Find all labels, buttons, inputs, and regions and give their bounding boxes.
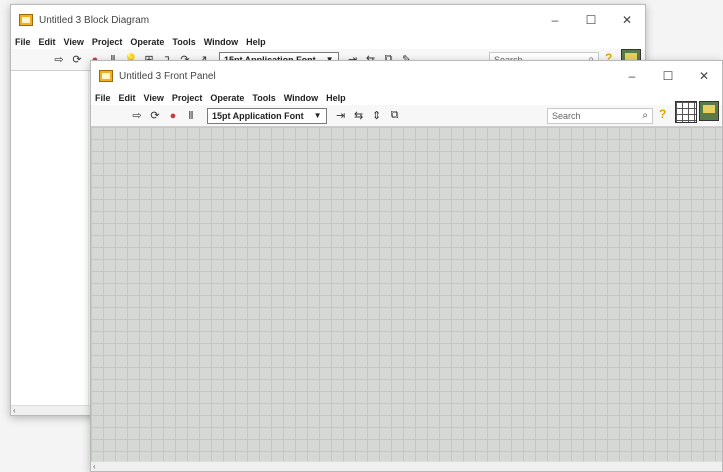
- front-panel-hscroll[interactable]: ‹: [91, 461, 722, 471]
- abort-icon[interactable]: ●: [165, 108, 181, 124]
- font-selector[interactable]: 15pt Application Font ▼: [207, 107, 327, 124]
- run-arrow-icon[interactable]: ⇨: [51, 52, 67, 68]
- block-diagram-menubar: File Edit View Project Operate Tools Win…: [11, 35, 645, 49]
- connector-pane-icon[interactable]: [675, 101, 697, 123]
- front-panel-window: Untitled 3 Front Panel – ☐ ✕ File Edit V…: [90, 60, 723, 472]
- menu-view[interactable]: View: [64, 37, 84, 47]
- help-icon[interactable]: ?: [659, 107, 666, 121]
- resize-objects-icon[interactable]: ⇕: [369, 108, 385, 124]
- menu-tools[interactable]: Tools: [172, 37, 195, 47]
- block-diagram-canvas[interactable]: [11, 71, 89, 405]
- minimize-button[interactable]: –: [614, 61, 650, 91]
- menu-help[interactable]: Help: [246, 37, 266, 47]
- menu-operate[interactable]: Operate: [210, 93, 244, 103]
- search-placeholder: Search: [552, 111, 581, 121]
- chevron-down-icon: ▼: [313, 111, 322, 120]
- menu-project[interactable]: Project: [172, 93, 203, 103]
- labview-app-icon: [19, 14, 33, 26]
- labview-app-icon: [99, 70, 113, 82]
- menu-help[interactable]: Help: [326, 93, 346, 103]
- front-panel-titlebar[interactable]: Untitled 3 Front Panel – ☐ ✕: [91, 61, 722, 91]
- block-diagram-title: Untitled 3 Block Diagram: [39, 14, 150, 26]
- font-selector-label: 15pt Application Font: [212, 110, 304, 121]
- menu-edit[interactable]: Edit: [39, 37, 56, 47]
- close-button[interactable]: ✕: [686, 61, 722, 91]
- search-input[interactable]: Search ⌕: [547, 108, 653, 124]
- menu-view[interactable]: View: [144, 93, 164, 103]
- run-continuously-icon[interactable]: ⟳: [147, 108, 163, 124]
- front-panel-window-controls: – ☐ ✕: [614, 61, 722, 91]
- reorder-icon[interactable]: ⧉: [387, 108, 403, 124]
- front-panel-title: Untitled 3 Front Panel: [119, 70, 216, 82]
- menu-tools[interactable]: Tools: [252, 93, 275, 103]
- minimize-button[interactable]: –: [537, 5, 573, 35]
- menu-window[interactable]: Window: [284, 93, 318, 103]
- align-objects-icon[interactable]: ⇥: [333, 108, 349, 124]
- front-panel-menubar: File Edit View Project Operate Tools Win…: [91, 91, 722, 105]
- menu-window[interactable]: Window: [204, 37, 238, 47]
- menu-operate[interactable]: Operate: [130, 37, 164, 47]
- menu-file[interactable]: File: [95, 93, 111, 103]
- maximize-button[interactable]: ☐: [573, 5, 609, 35]
- close-button[interactable]: ✕: [609, 5, 645, 35]
- menu-file[interactable]: File: [15, 37, 31, 47]
- pause-icon[interactable]: Ⅱ: [183, 108, 199, 124]
- front-panel-toolbar: ⇨ ⟳ ● Ⅱ 15pt Application Font ▼ ⇥ ⇆ ⇕ ⧉ …: [91, 101, 722, 127]
- menu-project[interactable]: Project: [92, 37, 123, 47]
- search-icon[interactable]: ⌕: [642, 110, 648, 121]
- menu-edit[interactable]: Edit: [119, 93, 136, 103]
- run-continuously-icon[interactable]: ⟳: [69, 52, 85, 68]
- vi-icon[interactable]: [699, 101, 719, 121]
- maximize-button[interactable]: ☐: [650, 61, 686, 91]
- run-arrow-icon[interactable]: ⇨: [129, 108, 145, 124]
- front-panel-canvas[interactable]: [91, 127, 722, 461]
- block-diagram-window-controls: – ☐ ✕: [537, 5, 645, 35]
- block-diagram-titlebar[interactable]: Untitled 3 Block Diagram – ☐ ✕: [11, 5, 645, 35]
- distribute-objects-icon[interactable]: ⇆: [351, 108, 367, 124]
